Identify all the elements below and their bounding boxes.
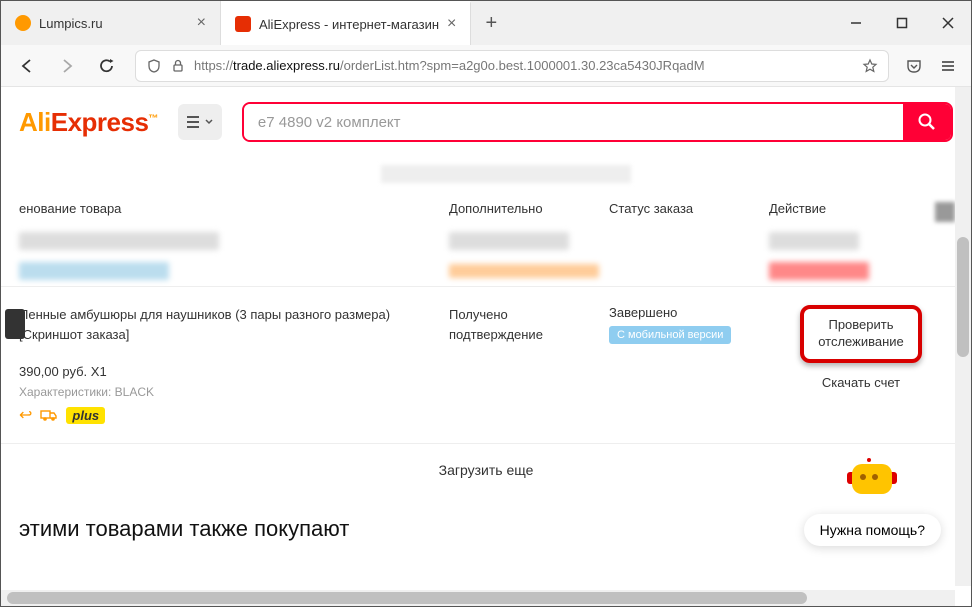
horizontal-scrollbar[interactable] (1, 590, 955, 606)
search-input[interactable] (244, 104, 903, 140)
help-widget: Нужна помощь? (804, 458, 941, 546)
orders-table-header: енование товара Дополнительно Статус зак… (1, 191, 971, 226)
mobile-version-badge: С мобильной версии (609, 326, 731, 344)
column-status: Статус заказа (609, 201, 769, 216)
bookmark-star-icon[interactable] (862, 58, 878, 74)
page-content: AliExpress™ енование товара Дополнительн… (1, 87, 971, 606)
lock-icon[interactable] (170, 58, 186, 74)
column-action: Действие (769, 201, 953, 216)
url-text: https://trade.aliexpress.ru/orderList.ht… (194, 58, 854, 73)
truck-icon[interactable] (40, 408, 58, 422)
forward-button[interactable] (55, 54, 79, 78)
order-confirmation-status: Получено подтверждение (449, 305, 609, 425)
tab-title: AliExpress - интернет-магазин (259, 17, 439, 32)
menu-icon[interactable] (939, 57, 957, 75)
tab-title: Lumpics.ru (39, 16, 103, 31)
browser-tab-strip: Lumpics.ru × AliExpress - интернет-магаз… (1, 1, 971, 45)
favicon-icon (15, 15, 31, 31)
close-icon[interactable]: × (197, 15, 206, 31)
product-characteristics: Характеристики: BLACK (19, 385, 429, 399)
reload-button[interactable] (95, 54, 119, 78)
need-help-button[interactable]: Нужна помощь? (804, 514, 941, 546)
column-extra: Дополнительно (449, 201, 609, 216)
browser-tab-aliexpress[interactable]: AliExpress - интернет-магазин × (221, 1, 471, 45)
blurred-row (1, 256, 971, 286)
search-bar (242, 102, 953, 142)
search-icon (917, 112, 937, 132)
categories-button[interactable] (178, 104, 222, 140)
reply-icon[interactable]: ↩ (19, 405, 32, 425)
product-price: 390,00 руб. X1 (19, 364, 429, 379)
address-bar[interactable]: https://trade.aliexpress.ru/orderList.ht… (135, 50, 889, 82)
chatbot-icon[interactable] (847, 458, 897, 508)
chevron-down-icon (205, 118, 213, 126)
browser-tab-lumpics[interactable]: Lumpics.ru × (1, 1, 221, 45)
plus-badge: plus (66, 407, 105, 424)
vertical-scrollbar[interactable] (955, 87, 971, 586)
product-thumbnail[interactable] (5, 309, 25, 339)
blurred-row (1, 226, 971, 256)
close-icon[interactable]: × (447, 16, 456, 32)
back-button[interactable] (15, 54, 39, 78)
search-button[interactable] (903, 104, 951, 140)
shield-icon[interactable] (146, 58, 162, 74)
aliexpress-logo[interactable]: AliExpress™ (19, 107, 158, 138)
new-tab-button[interactable]: + (471, 1, 511, 45)
maximize-button[interactable] (879, 1, 925, 45)
minimize-button[interactable] (833, 1, 879, 45)
browser-toolbar: https://trade.aliexpress.ru/orderList.ht… (1, 45, 971, 87)
blurred-content (381, 165, 631, 183)
column-name: енование товара (19, 201, 449, 216)
product-title[interactable]: Пенные амбушюры для наушников (3 пары ра… (19, 305, 429, 344)
site-header: AliExpress™ (1, 87, 971, 157)
order-status-text: Завершено (609, 305, 769, 320)
pocket-icon[interactable] (905, 57, 923, 75)
order-row: Пенные амбушюры для наушников (3 пары ра… (1, 286, 971, 443)
hamburger-icon (187, 116, 203, 128)
track-order-button[interactable]: Проверить отслеживание (800, 305, 922, 363)
close-window-button[interactable] (925, 1, 971, 45)
download-invoice-link[interactable]: Скачать счет (769, 375, 953, 390)
favicon-icon (235, 16, 251, 32)
